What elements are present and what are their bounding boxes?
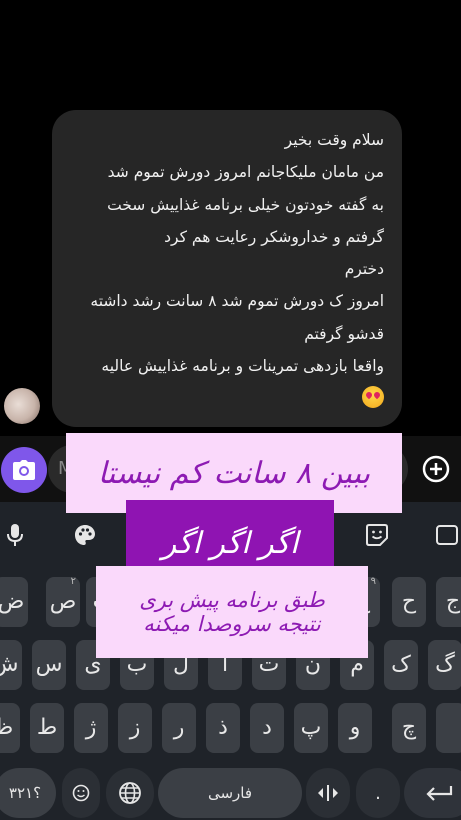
key-sin[interactable]: س	[32, 640, 66, 690]
emoji-line	[70, 382, 384, 419]
key-label: ژ	[85, 715, 97, 740]
key-label: ض	[0, 589, 25, 614]
key-dal[interactable]: د	[250, 703, 284, 753]
message-line: گرفتم و خداروشکر رعایت هم کرد	[164, 227, 384, 246]
key-sad[interactable]: ۲ص	[46, 576, 80, 627]
smiley-icon	[72, 784, 90, 802]
key-vav[interactable]: و	[338, 703, 372, 753]
mic-icon	[7, 524, 23, 546]
key-label: چ	[401, 715, 417, 740]
key-jim[interactable]: ج	[436, 577, 461, 627]
key-ta[interactable]: ط	[30, 703, 64, 753]
sticker-icon	[366, 524, 388, 546]
enter-arrow-icon	[426, 786, 453, 801]
key-label: ج	[445, 589, 461, 614]
key-che[interactable]: چ	[392, 703, 426, 753]
sender-avatar[interactable]	[4, 388, 40, 424]
symbols-key[interactable]: ؟۳۲۱	[0, 768, 56, 818]
key-label: د	[262, 715, 272, 740]
key-hint: ۹	[370, 576, 376, 587]
camera-icon	[13, 460, 35, 480]
key-shin[interactable]: ش	[0, 640, 22, 690]
key-label: ظ	[0, 715, 14, 740]
language-key[interactable]	[106, 768, 154, 818]
key-za[interactable]: ظ	[0, 703, 20, 753]
key-label: ش	[0, 652, 19, 677]
gif-icon	[436, 525, 458, 545]
message-line: من مامان ملیکاجانم امروز دورش تموم شد	[107, 163, 384, 182]
cursor-arrows-icon	[318, 785, 338, 801]
key-label: ز	[129, 715, 141, 740]
key-hint: ۲	[70, 576, 76, 587]
message-line: سلام وقت بخیر	[284, 131, 384, 149]
spacebar-label: فارسی	[207, 784, 253, 802]
dot-icon: .	[375, 782, 381, 804]
camera-button[interactable]	[1, 447, 47, 493]
key-label: ط	[36, 715, 58, 740]
enter-key[interactable]	[404, 768, 461, 818]
punctuation-key[interactable]: .	[356, 768, 400, 818]
caption-text-1: ببین ۸ سانت کم نیستا	[97, 455, 371, 491]
emoji-key[interactable]	[62, 768, 100, 818]
palette-icon	[75, 525, 95, 545]
key-ze[interactable]: ز	[118, 703, 152, 753]
heart-eyes-emoji-icon	[362, 386, 384, 409]
key-label: پ	[300, 715, 322, 740]
message-line: واقعا بازدهی تمرینات و برنامه غذاییش عال…	[101, 357, 384, 376]
key-label: ک	[391, 652, 411, 677]
caption-box-3: طبق برنامه پیش بری نتیجه سروصدا میکنه	[96, 566, 368, 658]
add-button[interactable]	[419, 452, 453, 486]
key-zal[interactable]: ذ	[206, 703, 240, 753]
key-label: ر	[173, 715, 185, 740]
caption-text-3-line-2: نتیجه سروصدا میکنه	[143, 612, 321, 636]
key-label: ح	[401, 589, 417, 614]
key-zhe[interactable]: ژ	[74, 703, 108, 753]
mic-button[interactable]	[0, 520, 30, 550]
caption-text-2: اگر اگر اگر	[161, 525, 299, 561]
spacebar[interactable]: فارسی	[158, 768, 302, 818]
caption-text-3-line-1: طبق برنامه پیش بری	[139, 588, 325, 612]
key-re[interactable]: ر	[162, 703, 196, 753]
key-zad[interactable]: ض	[0, 577, 28, 627]
key-label: گ	[435, 652, 455, 677]
message-line: امروز ک دورش تموم شد ۸ سانت رشد داشته	[90, 292, 384, 311]
symbols-key-label: ؟۳۲۱	[8, 784, 42, 802]
message-line: به گفته خودتون خیلی برنامه غذاییش سخت	[107, 195, 384, 214]
key-label: ذ	[218, 715, 228, 740]
message-line: دخترم	[344, 260, 384, 279]
message-line: قدشو گرفتم	[304, 324, 384, 343]
cursor-control-key[interactable]	[306, 768, 350, 818]
sticker-button[interactable]	[362, 520, 392, 550]
gif-button[interactable]	[432, 520, 461, 550]
key-label: ص	[49, 589, 77, 614]
theme-button[interactable]	[70, 520, 100, 550]
key-label: س	[35, 652, 63, 677]
key-label: و	[349, 715, 361, 740]
key-pe[interactable]: پ	[294, 703, 328, 753]
key-he[interactable]: ح	[392, 577, 426, 627]
plus-circle-icon	[422, 455, 450, 483]
message-bubble[interactable]: سلام وقت بخیر من مامان ملیکاجانم امروز د…	[52, 110, 402, 427]
key-kaf[interactable]: ک	[384, 640, 418, 690]
backspace-key[interactable]	[436, 703, 461, 753]
globe-icon	[119, 782, 141, 804]
key-gaf[interactable]: گ	[428, 640, 461, 690]
